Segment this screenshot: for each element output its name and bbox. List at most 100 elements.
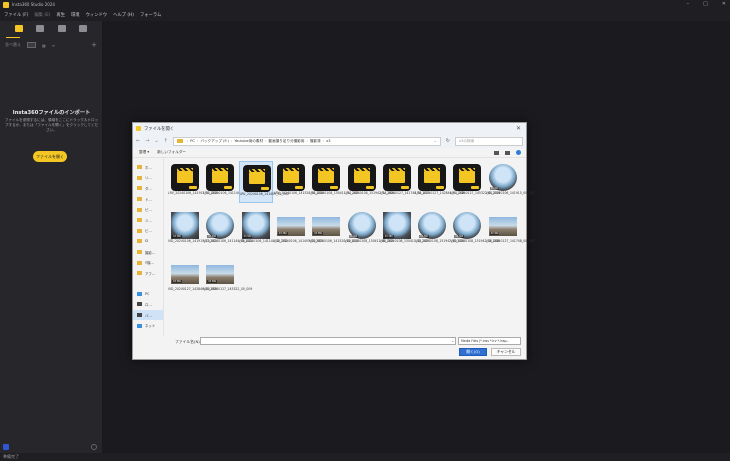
camera-badge: X3 360	[313, 232, 323, 235]
grid-view-icon[interactable]	[27, 42, 36, 48]
view-mode-icon[interactable]	[494, 150, 499, 155]
file-tile[interactable]: LRV_20240106_141144_10_002	[203, 161, 253, 203]
nav-tree-drive[interactable]: ロ…	[133, 299, 163, 310]
file-tile[interactable]: X3 360 VID_20240127_141748_00_007	[486, 209, 535, 251]
organize-button[interactable]: 整理 ▾	[139, 150, 149, 155]
nav-item-label: Y撮…	[145, 261, 154, 266]
menu-help[interactable]: ヘルプ (H)	[113, 12, 134, 18]
back-icon[interactable]: ←	[136, 138, 140, 144]
nav-item[interactable]: ド…	[133, 194, 163, 205]
media-tab-icon[interactable]	[14, 25, 23, 32]
nav-item[interactable]: Y撮…	[133, 257, 163, 268]
history-chevron-icon[interactable]: ⌄	[154, 138, 158, 144]
breadcrumb-item[interactable]: Youtube用の素材	[234, 139, 263, 144]
new-folder-button[interactable]: 新しいフォルダー	[157, 150, 186, 155]
folder-icon	[137, 175, 142, 180]
folder-icon	[137, 260, 142, 265]
file-tile[interactable]: LRV_20240106_141520_01_004	[274, 161, 323, 203]
nav-tree-pc[interactable]: PC	[133, 289, 163, 300]
menu-window[interactable]: ウィンドウ	[86, 12, 107, 18]
file-tile[interactable]: X3 360 VID_20240106_141520_00_004	[309, 209, 358, 251]
file-tile[interactable]: LRV_20240127_141748_01_007	[380, 161, 429, 203]
menu-play[interactable]: 再生	[56, 12, 65, 18]
clapperboard-icon	[424, 168, 441, 183]
maximize-icon[interactable]: □	[703, 1, 708, 7]
project-tab-icon[interactable]	[36, 25, 45, 32]
file-tile[interactable]: X3 360 VID_20240106_141405_00_003	[274, 209, 323, 251]
filetype-select[interactable]: Media Files (*.insv *.lrv *.insp...	[458, 337, 521, 345]
folder-icon	[137, 250, 142, 255]
nav-item[interactable]: ミ…	[133, 215, 163, 226]
menu-file[interactable]: ファイル (F)	[4, 12, 28, 18]
export-tab-icon[interactable]	[79, 25, 88, 32]
file-tile[interactable]: X3 360 VID_20240108_150411_00_005	[345, 209, 394, 251]
list-view-icon[interactable]: ▦	[42, 43, 46, 48]
file-tile[interactable]: LRV_20240106_141405_01_002	[238, 161, 289, 203]
file-tile[interactable]: X3 360 VID_20240106_141144_10_002	[239, 209, 288, 251]
file-tile[interactable]: LRV_20240127_142846_01_008	[415, 161, 465, 203]
breadcrumb-item[interactable]: x3	[326, 139, 330, 143]
file-tile[interactable]: LRV_20240127_145322_01_009	[450, 161, 500, 203]
preview-pane-icon[interactable]	[505, 150, 510, 155]
file-tile[interactable]: LRV_20240106_141915_11_003	[168, 161, 217, 203]
help-icon[interactable]	[516, 150, 521, 155]
filename-input[interactable]	[200, 337, 456, 345]
nav-item[interactable]: ビ…	[133, 226, 163, 237]
menu-env[interactable]: 環境	[71, 12, 80, 18]
nav-item[interactable]: アフ…	[133, 268, 163, 279]
file-tile[interactable]: X3 360 VID_20240108_151942_10_006	[450, 209, 499, 251]
open-button[interactable]: 開く(O)	[459, 348, 487, 356]
nav-item[interactable]: ホ…	[133, 162, 163, 173]
nav-item[interactable]: 撮影…	[133, 247, 163, 258]
up-icon[interactable]: ↑	[164, 138, 168, 144]
file-tile[interactable]: X3 360 VID_20240106_141144_00_002	[203, 209, 252, 251]
minimize-icon[interactable]: –	[687, 1, 690, 7]
menu-forum[interactable]: フォーラム	[140, 12, 161, 18]
nav-item-label: f2	[145, 239, 149, 244]
video-thumbnail: X3 360	[206, 212, 235, 239]
search-input[interactable]: x3の検索	[455, 136, 523, 146]
dialog-close-icon[interactable]: ✕	[516, 125, 521, 132]
nav-item[interactable]: ダ…	[133, 183, 163, 194]
file-tile[interactable]: LRV_20240108_151942_11_006	[345, 161, 394, 203]
address-dropdown-icon[interactable]: ⌄	[434, 139, 440, 143]
camera-badge: X3 360	[207, 235, 218, 238]
filter-icon[interactable]: ≡	[52, 43, 55, 48]
file-tile[interactable]: X3 360 VID_20240127_142846_00_008	[168, 257, 217, 299]
forward-icon[interactable]: →	[145, 138, 149, 144]
nav-tree-network[interactable]: ネット	[133, 320, 163, 331]
nav-item-label: ネット	[145, 324, 156, 329]
file-tile[interactable]: LRV_20240108_150411_11_005	[309, 161, 359, 203]
nav-item[interactable]: リ…	[133, 173, 163, 184]
cancel-button[interactable]: キャンセル	[491, 348, 521, 356]
nav-item-label: ミ…	[145, 218, 152, 223]
open-file-button[interactable]: ファイルを開く	[33, 151, 67, 162]
add-icon[interactable]: +	[91, 41, 97, 49]
breadcrumb-item[interactable]: 撮影済	[310, 139, 321, 144]
close-icon[interactable]: ✕	[722, 1, 726, 7]
status-indicator-icon	[3, 444, 9, 450]
address-bar[interactable]: › PC › バックアップ (F:) › Youtube用の素材 › 動画撮り足…	[172, 136, 441, 146]
file-tile[interactable]: X3 360 VID_20240108_150411_10_005	[380, 209, 429, 251]
folder-tab-icon[interactable]	[57, 25, 66, 32]
filename-dropdown-icon[interactable]: ⌄	[451, 338, 454, 343]
breadcrumb-item[interactable]: PC	[190, 139, 195, 143]
settings-icon[interactable]	[91, 444, 97, 450]
menu-edit[interactable]: 編集 (E)	[34, 12, 50, 18]
file-tile[interactable]: X3 360 VID_20240106_141915_00_001	[486, 161, 535, 203]
refresh-icon[interactable]: ↻	[446, 138, 450, 144]
video-thumbnail: X3 360	[312, 217, 341, 236]
file-tile[interactable]: X3 360 VID_20240108_151942_00_006	[415, 209, 464, 251]
nav-item[interactable]: f2	[133, 236, 163, 247]
video-thumbnail: X3 360	[276, 217, 305, 236]
insta360-file-icon	[276, 164, 305, 191]
file-tile[interactable]: X3 360 VID_20240127_145322_00_009	[203, 257, 252, 299]
camera-badge: X3 360	[207, 280, 218, 283]
nav-item[interactable]: ピ…	[133, 204, 163, 215]
nav-tree-drive[interactable]: バ…	[133, 309, 163, 321]
file-tile[interactable]: X3 360 VID_20240106_141915_10_001	[168, 209, 217, 251]
drive-icon	[137, 302, 142, 307]
sort-label[interactable]: 並べ替え	[5, 42, 21, 48]
breadcrumb-item[interactable]: バックアップ (F:)	[200, 139, 229, 144]
breadcrumb-item[interactable]: 動画撮り足り分撮影用	[269, 139, 305, 144]
